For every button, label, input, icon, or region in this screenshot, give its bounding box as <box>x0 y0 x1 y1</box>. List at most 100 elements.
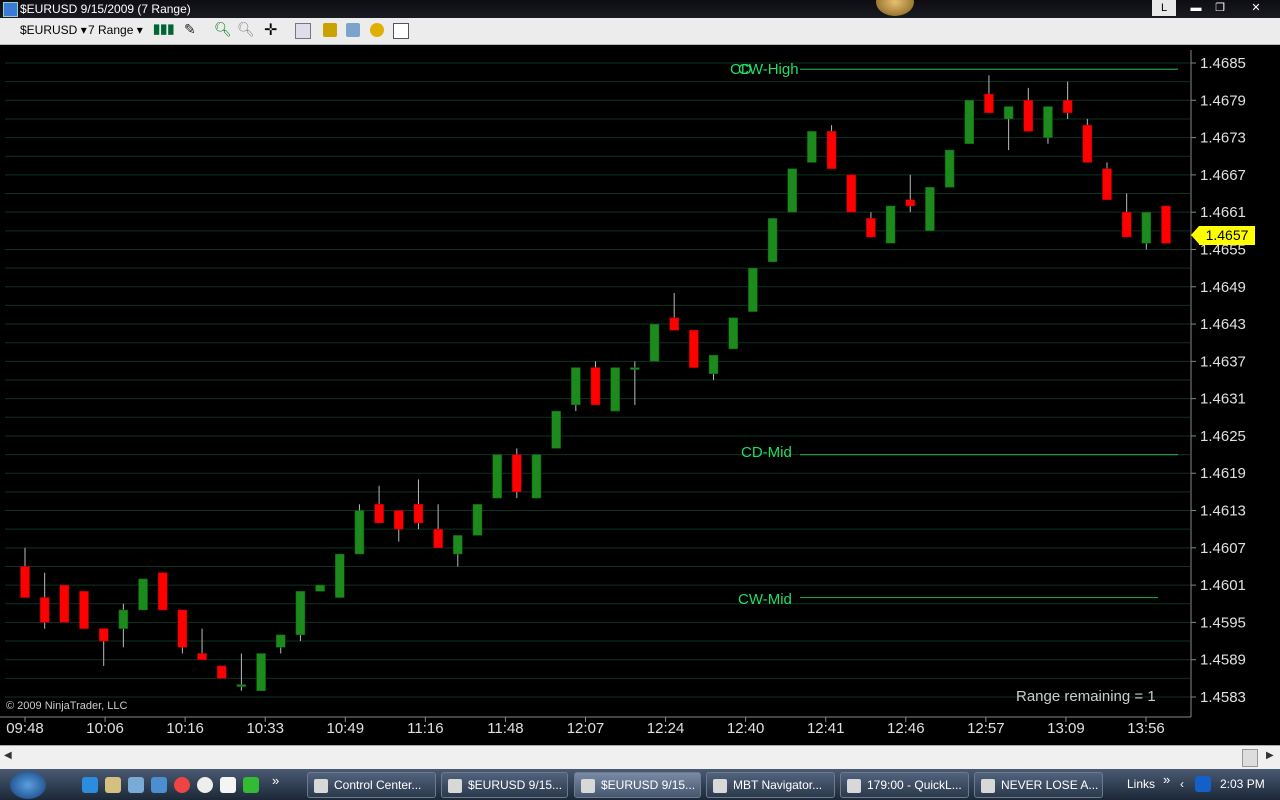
candle-down <box>1102 168 1112 200</box>
candle-up <box>571 367 581 406</box>
y-tick-label: 1.4667 <box>1200 167 1246 184</box>
last-price-tag: 1.4657 <box>1191 226 1255 245</box>
strategies-icon[interactable] <box>346 23 360 37</box>
price-chart[interactable]: 1.4685 1.4679 1.4673 1.4667 1.4661 1.4655 1.46… <box>0 45 1280 745</box>
y-tick-label: 1.4619 <box>1200 465 1246 482</box>
candle-down <box>1082 124 1093 163</box>
scroll-left-icon[interactable]: ◀ <box>4 750 12 761</box>
candle-up <box>354 510 365 555</box>
candle-down <box>1121 211 1132 238</box>
candle-down <box>669 317 679 331</box>
x-tick-label: 11:16 <box>407 720 443 737</box>
ie-icon[interactable] <box>82 777 98 793</box>
x-tick-label: 09:48 <box>6 720 44 737</box>
cw-mid-label: CW-Mid <box>738 591 792 608</box>
x-tick-label: 12:07 <box>567 720 605 737</box>
candle-down <box>866 218 876 238</box>
ninjatrader-icon[interactable] <box>105 777 121 793</box>
app-icon[interactable] <box>243 777 259 793</box>
zoom-in-icon[interactable]: 🔍︎ <box>214 21 232 37</box>
candle-down <box>905 199 916 207</box>
copyright-text: © 2009 NinjaTrader, LLC <box>6 700 127 712</box>
document-icon[interactable] <box>220 777 236 793</box>
interval-selector[interactable]: 7 Range ▾ <box>88 23 143 37</box>
candle-down <box>197 653 207 660</box>
window-title: $EURUSD 9/15/2009 (7 Range) <box>20 2 191 16</box>
task-control-center[interactable]: Control Center... <box>307 772 436 798</box>
cw-high-label: CW-High <box>738 61 799 78</box>
windows-taskbar: » Control Center... $EURUSD 9/15... $EUR… <box>0 769 1280 800</box>
chrome-icon[interactable] <box>174 777 190 793</box>
candle-down <box>984 93 994 113</box>
x-tick-label: 13:56 <box>1127 720 1165 737</box>
candle-down <box>394 510 404 530</box>
bar-type-icon[interactable]: ▮▮▮ <box>153 21 174 36</box>
y-tick-label: 1.4643 <box>1200 316 1246 333</box>
candle-up <box>1043 106 1053 138</box>
links-toolbar[interactable]: Links <box>1127 777 1155 791</box>
candle-up <box>630 367 640 370</box>
x-tick-label: 12:40 <box>727 720 765 737</box>
properties-icon[interactable] <box>295 23 311 39</box>
y-tick-label: 1.4607 <box>1200 540 1246 557</box>
x-tick-label: 12:46 <box>887 720 925 737</box>
y-tick-label: 1.4661 <box>1200 204 1246 221</box>
data-box-icon[interactable] <box>370 23 384 37</box>
x-tick-label: 10:16 <box>166 720 204 737</box>
clock: 2:03 PM <box>1220 777 1265 791</box>
links-chevron[interactable]: » <box>1163 772 1170 787</box>
candle-up <box>315 584 325 592</box>
scroll-right-icon[interactable]: ▶ <box>1266 750 1274 761</box>
task-eurusd-2[interactable]: $EURUSD 9/15... <box>574 772 701 798</box>
window-titlebar: $EURUSD 9/15/2009 (7 Range) L ▬ ❐ ✕ <box>0 0 1280 18</box>
explorer-icon[interactable] <box>151 777 167 793</box>
y-tick-label: 1.4673 <box>1200 130 1246 147</box>
crosshair-icon[interactable]: ✛ <box>264 20 278 39</box>
candle-up <box>295 591 306 636</box>
indicators-icon[interactable] <box>323 23 337 37</box>
y-tick-label: 1.4583 <box>1200 689 1246 706</box>
chart-trader-icon[interactable] <box>393 23 409 39</box>
candle-up <box>453 535 463 555</box>
y-tick-label: 1.4679 <box>1200 92 1246 109</box>
x-tick-label: 10:33 <box>246 720 284 737</box>
chart-toolbar: $EURUSD ▾ 7 Range ▾ ▮▮▮ ✎ 🔍︎ 🔍︎ ✛ <box>0 18 1280 45</box>
panda-icon[interactable] <box>197 777 213 793</box>
desktop-icon[interactable] <box>128 777 144 793</box>
task-never-lose[interactable]: NEVER LOSE A... <box>974 772 1103 798</box>
tray-app-icon[interactable] <box>1195 776 1211 792</box>
tray-back-icon[interactable]: ‹ <box>1180 777 1184 791</box>
close-button[interactable]: ✕ <box>1244 0 1268 16</box>
candle-down <box>433 528 443 549</box>
candle-up <box>1141 211 1152 244</box>
task-eurusd-1[interactable]: $EURUSD 9/15... <box>441 772 568 798</box>
candle-up <box>787 168 797 213</box>
restore-button[interactable]: ❐ <box>1208 0 1232 16</box>
x-tick-label: 12:57 <box>967 720 1005 737</box>
candle-down <box>512 454 522 493</box>
start-button[interactable] <box>10 771 46 799</box>
orb-decoration-icon <box>876 0 914 16</box>
task-quicklook[interactable]: 179:00 - QuickL... <box>840 772 969 798</box>
y-tick-label: 1.4685 <box>1200 55 1246 72</box>
ninjatrader-app-icon <box>3 2 18 17</box>
draw-tool-icon[interactable]: ✎ <box>184 21 198 37</box>
candle-up <box>767 218 778 263</box>
candle-up <box>551 410 561 449</box>
x-tick-label: 11:48 <box>487 720 523 737</box>
lock-button[interactable]: L <box>1152 0 1176 16</box>
task-mbt-navigator[interactable]: MBT Navigator... <box>706 772 835 798</box>
candle-down <box>1023 100 1034 132</box>
candle-up <box>944 149 955 188</box>
candle-up <box>807 131 817 163</box>
scroll-thumb[interactable] <box>1242 749 1258 767</box>
quicklaunch-chevron[interactable]: » <box>272 773 279 788</box>
minimize-button[interactable]: ▬ <box>1184 0 1208 16</box>
zoom-out-icon[interactable]: 🔍︎ <box>237 21 255 37</box>
candle-up <box>118 609 129 629</box>
chart-scrollbar[interactable]: ◀ ▶ <box>0 745 1280 770</box>
candle-up <box>1003 106 1014 120</box>
candle-down <box>1161 205 1171 244</box>
instrument-selector[interactable]: $EURUSD ▾ <box>20 23 87 37</box>
chart-canvas: 1.46851.46791.46731.46671.46611.46551.46… <box>0 50 1246 737</box>
